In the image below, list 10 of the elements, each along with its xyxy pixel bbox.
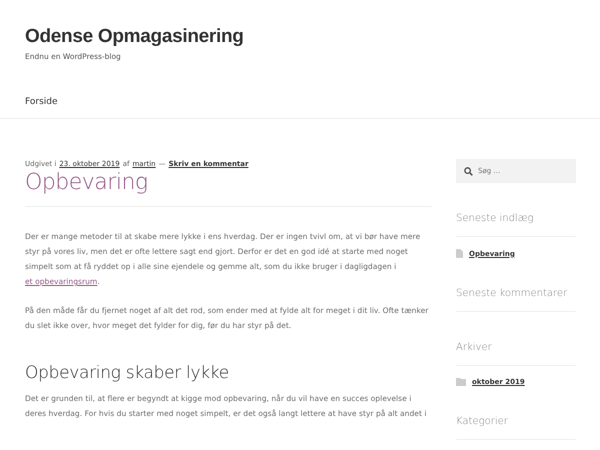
site-title[interactable]: Odense Opmagasinering	[25, 26, 244, 48]
document-icon	[456, 249, 463, 258]
section-heading: Opbevaring skaber lykke	[25, 363, 230, 383]
widget-title: Seneste indlæg	[456, 213, 535, 224]
widget-title: Arkiver	[456, 342, 493, 353]
post-title: Opbevaring	[25, 170, 149, 195]
widget-title: Kategorier	[456, 416, 509, 427]
folder-icon	[456, 378, 466, 386]
nav-link[interactable]: Forside	[25, 97, 58, 107]
widget-title: Seneste kommentarer	[456, 288, 568, 299]
